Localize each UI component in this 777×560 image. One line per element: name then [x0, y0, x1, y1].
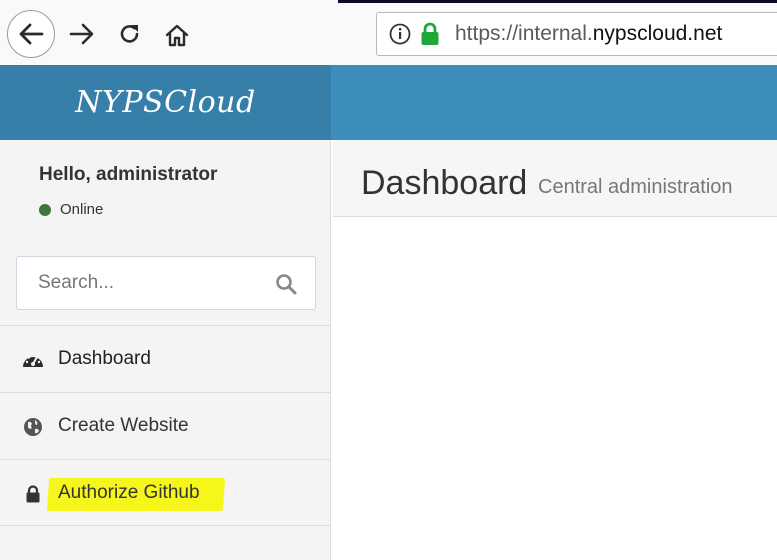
status-label: Online — [60, 201, 104, 218]
status-dot-icon — [39, 203, 51, 216]
sidebar-item-label: Dashboard — [58, 348, 151, 369]
user-status: Online — [39, 201, 103, 218]
url-host: nypscloud.net — [592, 22, 723, 45]
sidebar-item-label: Authorize Github — [58, 481, 200, 503]
top-navbar — [331, 65, 777, 140]
url-text: https://internal.nypscloud.net — [455, 22, 722, 46]
globe-icon — [22, 417, 44, 437]
sidebar-item-dashboard[interactable]: Dashboard — [0, 325, 330, 392]
content-body — [333, 217, 777, 560]
user-greeting: Hello, administrator — [39, 164, 218, 185]
sidebar-item-authorize-github[interactable]: Authorize Github — [0, 459, 330, 526]
home-button[interactable] — [160, 18, 194, 52]
info-icon[interactable] — [389, 23, 411, 45]
browser-toolbar: https://internal.nypscloud.net — [0, 0, 777, 65]
back-button[interactable] — [7, 10, 55, 58]
lock-icon — [419, 22, 441, 46]
lock-icon — [22, 484, 44, 504]
forward-button[interactable] — [66, 18, 98, 50]
url-prefix: https://internal. — [455, 22, 593, 45]
browser-tab-strip — [338, 0, 777, 3]
search-icon[interactable] — [275, 273, 297, 295]
sidebar-search — [16, 256, 316, 310]
address-bar[interactable]: https://internal.nypscloud.net — [376, 12, 777, 56]
content-header: Dashboard Central administration — [333, 140, 777, 217]
forward-arrow-icon — [69, 23, 94, 45]
brand-logo[interactable]: NYPSCloud — [0, 65, 331, 140]
dashboard-gauge-icon — [22, 350, 44, 370]
sidebar-item-create-website[interactable]: Create Website — [0, 392, 330, 459]
sidebar: Hello, administrator Online Search... Da… — [0, 140, 331, 560]
reload-icon — [120, 25, 139, 43]
page-subtitle: Central administration — [538, 176, 733, 198]
reload-button[interactable] — [114, 18, 146, 50]
back-arrow-icon — [19, 23, 44, 45]
sidebar-item-label: Create Website — [58, 415, 189, 436]
home-icon — [165, 24, 189, 47]
search-input[interactable] — [36, 271, 260, 295]
brand-name: NYPSCloud — [75, 85, 256, 120]
page-title: Dashboard — [361, 164, 528, 202]
sidebar-menu: Dashboard Create Website Authorize Githu… — [0, 325, 330, 526]
